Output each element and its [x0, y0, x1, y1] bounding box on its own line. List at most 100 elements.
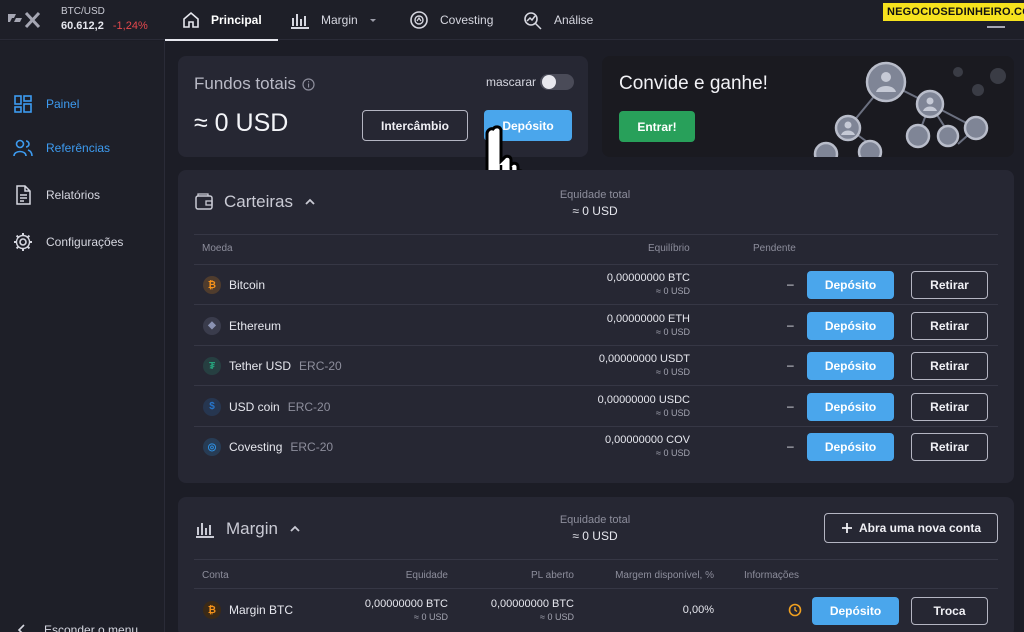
clock-icon[interactable]	[788, 603, 802, 617]
wallet-row: ◎ Covesting ERC-20 0,00000000 COV ≈ 0 USD – De…	[194, 427, 998, 467]
divider	[194, 588, 998, 589]
wallet-row: ₮ Tether USD ERC-20 0,00000000 USDT ≈ 0 USD –…	[194, 346, 998, 386]
chevron-up-icon[interactable]	[288, 522, 302, 536]
tab-label: Covesting	[440, 13, 494, 27]
wallet-name[interactable]: $ USD coin ERC-20	[203, 397, 331, 416]
tether-icon: ₮	[203, 357, 221, 375]
wallet-row: ◆ Ethereum 0,00000000 ETH ≈ 0 USD – Depósito R…	[194, 306, 998, 346]
wallet-network: ERC-20	[287, 399, 331, 414]
wallet-name[interactable]: ◎ Covesting ERC-20	[203, 438, 333, 456]
balance-usd: ≈ 0 USD	[656, 286, 690, 296]
wallet-balance: 0,00000000 BTC ≈ 0 USD	[550, 272, 690, 296]
wallet-label: USD coin	[229, 399, 280, 414]
sidebar-item-configuracoes[interactable]: Configurações	[12, 231, 123, 253]
wallet-deposit-button[interactable]: Depósito	[807, 311, 894, 340]
report-icon	[16, 185, 31, 205]
sidebar-item-label: Painel	[46, 97, 80, 111]
new-account-button[interactable]: Abra uma nova conta	[824, 513, 998, 543]
invite-title: Convide e ganhe!	[619, 73, 768, 94]
margin-deposit-button[interactable]: Depósito	[812, 597, 899, 625]
pending-value: –	[787, 358, 794, 372]
sidebar-item-label: Referências	[46, 141, 111, 155]
wallet-deposit-button[interactable]: Depósito	[807, 352, 894, 380]
analysis-icon	[524, 12, 542, 30]
withdraw-button[interactable]: Retirar	[911, 271, 988, 299]
wallet-name[interactable]: ₮ Tether USD ERC-20	[203, 357, 342, 375]
ticker-price: 60.612,2	[61, 20, 104, 32]
pending-value: –	[787, 398, 794, 413]
pending-value: –	[787, 277, 794, 291]
funds-title-row: Fundos totais	[194, 74, 315, 94]
wallet-deposit-button[interactable]: Depósito	[807, 271, 894, 299]
wallets-card: Carteiras Equidade total ≈ 0 USD Moeda E…	[178, 170, 1014, 483]
column-pl: PL aberto	[531, 570, 574, 581]
exchange-button[interactable]: Intercâmbio	[362, 110, 468, 141]
covesting-coin-icon: ◎	[203, 438, 221, 456]
referral-network-illustration	[813, 61, 1006, 157]
enter-button[interactable]: Entrar!	[619, 111, 695, 142]
wallets-title: Carteiras	[224, 192, 293, 211]
wallet-balance: 0,00000000 COV ≈ 0 USD	[550, 434, 690, 458]
column-equity: Equidade	[405, 570, 448, 581]
margin-equity: Equidade total ≈ 0 USD	[550, 514, 640, 543]
withdraw-button[interactable]: Retirar	[911, 352, 988, 380]
menu-icon[interactable]	[987, 26, 1005, 28]
pl-usd: ≈ 0 USD	[540, 612, 574, 622]
btc-ticker[interactable]: BTC/USD 60.612,2 -1,24%	[61, 6, 148, 32]
balance-amount: 0,00000000 USDC	[597, 393, 690, 406]
ethereum-icon: ◆	[203, 316, 221, 335]
wallet-label: Covesting	[229, 440, 283, 454]
trade-button[interactable]: Troca	[911, 597, 988, 625]
withdraw-button[interactable]: Retirar	[911, 433, 988, 461]
tab-label: Principal	[211, 13, 262, 27]
column-currency: Moeda	[202, 243, 233, 254]
referrals-icon	[13, 139, 33, 157]
info-icon[interactable]	[302, 77, 315, 91]
tab-label: Margin	[321, 13, 358, 27]
primexbt-logo-icon[interactable]	[6, 10, 42, 30]
funds-title: Fundos totais	[194, 74, 297, 93]
wallets-equity: Equidade total ≈ 0 USD	[550, 189, 640, 218]
balance-usd: ≈ 0 USD	[656, 367, 690, 377]
funds-value: ≈ 0 USD	[194, 109, 289, 137]
wallet-label: Bitcoin	[229, 278, 266, 292]
margin-equity-value: 0,00000000 BTC ≈ 0 USD	[328, 598, 448, 622]
margin-account-name[interactable]: ₿ Margin BTC	[203, 601, 293, 619]
withdraw-button[interactable]: Retirar	[911, 311, 988, 340]
wallets-header[interactable]: Carteiras	[194, 192, 317, 212]
wallet-balance: 0,00000000 USDC ≈ 0 USD	[550, 394, 690, 418]
tab-margin[interactable]: Margin	[289, 0, 378, 40]
mask-toggle[interactable]	[540, 74, 574, 90]
tab-principal[interactable]: Principal	[165, 0, 278, 41]
margin-pl-value: 0,00000000 BTC ≈ 0 USD	[454, 598, 574, 622]
balance-usd: ≈ 0 USD	[656, 448, 690, 458]
bar-chart-icon	[291, 14, 309, 29]
wallet-icon	[195, 193, 213, 210]
margin-header[interactable]: Margin	[194, 519, 302, 539]
withdraw-button[interactable]: Retirar	[911, 392, 988, 421]
account-label: Margin BTC	[229, 603, 294, 617]
sidebar-item-referencias[interactable]: Referências	[12, 137, 110, 159]
ticker-change: -1,24%	[112, 20, 148, 32]
covesting-icon	[410, 11, 428, 29]
balance-usd: ≈ 0 USD	[656, 326, 690, 337]
balance-amount: 0,00000000 COV	[604, 434, 690, 446]
tab-analise[interactable]: Análise	[522, 0, 593, 40]
tab-covesting[interactable]: Covesting	[408, 0, 493, 40]
wallet-balance: 0,00000000 ETH ≈ 0 USD	[550, 313, 690, 337]
sidebar-item-relatorios[interactable]: Relatórios	[12, 184, 100, 206]
wallet-deposit-button[interactable]: Depósito	[807, 392, 894, 421]
chevron-up-icon[interactable]	[303, 195, 317, 209]
wallet-name[interactable]: ₿ Bitcoin	[203, 276, 273, 294]
wallet-network: ERC-20	[290, 440, 334, 454]
pending-value: –	[787, 439, 794, 453]
column-balance: Equilíbrio	[648, 243, 690, 254]
wallet-deposit-button[interactable]: Depósito	[807, 433, 894, 461]
settings-icon	[14, 233, 32, 251]
column-available-margin: Margem disponível, %	[615, 570, 714, 581]
sidebar-item-painel[interactable]: Painel	[12, 93, 79, 115]
collapse-menu-button[interactable]: Esconder o menu	[16, 623, 138, 632]
pending-value: –	[787, 317, 794, 332]
wallet-name[interactable]: ◆ Ethereum	[203, 316, 289, 335]
bitcoin-icon: ₿	[203, 601, 221, 619]
